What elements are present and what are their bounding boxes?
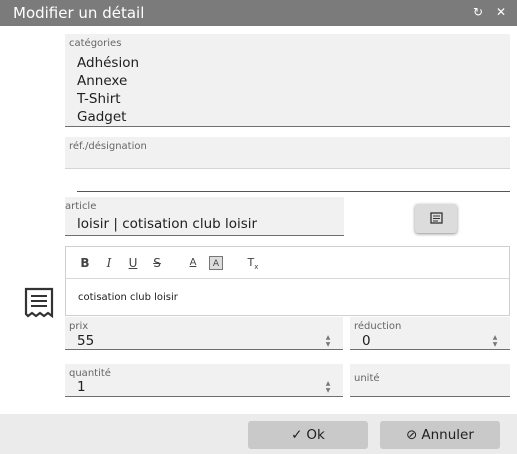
article-label: article <box>65 201 97 212</box>
editor-toolbar: B I U S A A Tx <box>66 247 509 279</box>
ok-button[interactable]: ✓ Ok <box>248 421 368 449</box>
clear-format-button[interactable]: Tx <box>246 256 260 271</box>
strike-button[interactable]: S <box>150 256 164 270</box>
ok-label: Ok <box>306 427 325 443</box>
reduction-value: 0 <box>362 333 371 349</box>
quantite-label: quantité <box>69 368 111 379</box>
article-card-button[interactable] <box>415 204 457 233</box>
reduction-field[interactable]: réduction 0 ▲ ▼ <box>350 317 510 350</box>
quantite-value: 1 <box>77 379 86 395</box>
categories-label: catégories <box>69 38 122 49</box>
underline-button[interactable]: U <box>126 256 140 270</box>
reference-underline <box>77 191 510 192</box>
stepper-down-icon[interactable]: ▼ <box>323 387 333 394</box>
cancel-icon: ⊘ <box>406 427 418 443</box>
categories-select[interactable]: catégories Adhésion Annexe T-Shirt Gadge… <box>65 34 510 127</box>
reduction-stepper[interactable]: ▲ ▼ <box>490 334 500 348</box>
italic-button[interactable]: I <box>102 256 116 270</box>
rich-text-editor: B I U S A A Tx cotisation club loisir <box>65 246 510 316</box>
category-option[interactable]: Adhésion <box>77 55 139 71</box>
reference-label: réf./désignation <box>69 141 147 152</box>
quantite-stepper[interactable]: ▲ ▼ <box>323 380 333 394</box>
quantite-field[interactable]: quantité 1 ▲ ▼ <box>65 364 343 397</box>
prix-field[interactable]: prix 55 ▲ ▼ <box>65 317 343 350</box>
highlight-button[interactable]: A <box>209 256 223 270</box>
font-color-button[interactable]: A <box>186 256 200 270</box>
stepper-down-icon[interactable]: ▼ <box>490 341 500 348</box>
dialog-titlebar: Modifier un détail ↻ ✕ <box>0 0 517 26</box>
article-card-icon <box>430 212 443 224</box>
unite-label: unité <box>354 373 380 384</box>
editor-content[interactable]: cotisation club loisir <box>78 292 178 303</box>
dialog-title: Modifier un détail <box>13 4 145 22</box>
check-icon: ✓ <box>291 427 303 443</box>
stepper-up-icon[interactable]: ▲ <box>490 334 500 341</box>
unite-field[interactable]: unité <box>350 364 510 397</box>
dialog-footer: ✓ Ok ⊘ Annuler <box>0 414 517 454</box>
stepper-up-icon[interactable]: ▲ <box>323 380 333 387</box>
prix-stepper[interactable]: ▲ ▼ <box>323 334 333 348</box>
stepper-up-icon[interactable]: ▲ <box>323 334 333 341</box>
category-option[interactable]: Gadget <box>77 109 126 125</box>
article-field[interactable]: article loisir | cotisation club loisir <box>65 197 344 236</box>
stepper-down-icon[interactable]: ▼ <box>323 341 333 348</box>
receipt-icon <box>24 287 54 318</box>
reference-field[interactable]: réf./désignation <box>65 137 510 169</box>
prix-label: prix <box>69 321 89 332</box>
close-icon[interactable]: ✕ <box>493 4 509 20</box>
category-option[interactable]: T-Shirt <box>77 91 121 107</box>
cancel-label: Annuler <box>421 427 474 443</box>
bold-button[interactable]: B <box>78 256 92 270</box>
reload-icon[interactable]: ↻ <box>470 4 486 20</box>
article-value: loisir | cotisation club loisir <box>77 216 258 232</box>
reduction-label: réduction <box>354 321 402 332</box>
category-option[interactable]: Annexe <box>77 73 127 89</box>
cancel-button[interactable]: ⊘ Annuler <box>380 421 500 449</box>
prix-value: 55 <box>77 333 95 349</box>
